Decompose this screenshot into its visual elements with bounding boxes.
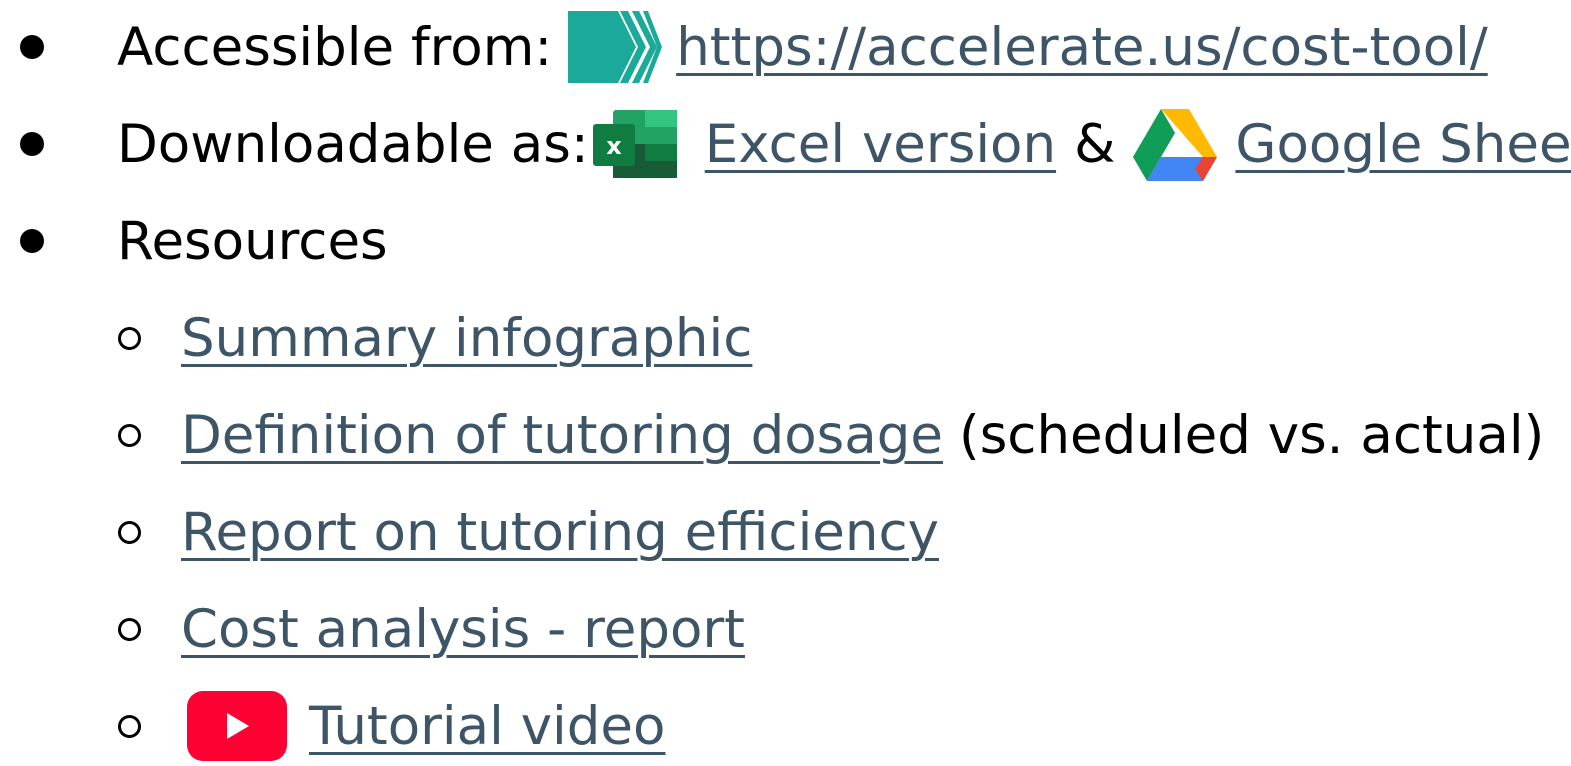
resource-tutoring-efficiency: Report on tutoring efficiency (0, 492, 939, 572)
resource-tutoring-dosage: Definition of tutoring dosage (scheduled… (0, 395, 1544, 475)
resource-tutorial-video: Tutorial video (0, 686, 665, 766)
tutoring-dosage-suffix: (scheduled vs. actual) (959, 404, 1545, 466)
excel-version-link[interactable]: Excel version (705, 114, 1056, 175)
bullet-disc (20, 132, 44, 156)
bullet-circle (118, 423, 141, 447)
cost-tool-link[interactable]: https://accelerate.us/cost-tool/ (676, 17, 1488, 78)
resource-cost-analysis: Cost analysis - report (0, 589, 745, 669)
bullet-disc (20, 229, 44, 253)
cost-analysis-link[interactable]: Cost analysis - report (181, 599, 745, 660)
google-drive-icon (1133, 107, 1218, 181)
accelerate-logo-icon (568, 9, 663, 85)
tutoring-efficiency-link[interactable]: Report on tutoring efficiency (181, 502, 939, 563)
svg-text:x: x (606, 132, 622, 160)
bullet-circle (118, 520, 141, 544)
resources-item: Resources (0, 201, 388, 281)
downloadable-as-label: Downloadable as: (117, 113, 589, 175)
bullet-circle (118, 326, 141, 350)
accessible-from-label: Accessible from: (117, 16, 553, 78)
downloadable-as-item: Downloadable as: x Excel version & Googl… (0, 104, 1571, 184)
ampersand: & (1074, 113, 1116, 175)
bullet-circle (118, 714, 141, 738)
google-sheet-link[interactable]: Google Sheet (1235, 114, 1571, 175)
tutoring-dosage-link[interactable]: Definition of tutoring dosage (181, 405, 943, 466)
excel-icon: x (592, 108, 679, 180)
summary-infographic-link[interactable]: Summary infographic (181, 308, 752, 369)
accessible-from-item: Accessible from: https://accelerate.us/c… (0, 7, 1488, 87)
resource-summary-infographic: Summary infographic (0, 298, 752, 378)
bullet-circle (118, 617, 141, 641)
tutorial-video-link[interactable]: Tutorial video (309, 696, 665, 757)
bullet-disc (20, 35, 44, 59)
youtube-icon (187, 691, 287, 761)
resources-label: Resources (117, 210, 388, 272)
